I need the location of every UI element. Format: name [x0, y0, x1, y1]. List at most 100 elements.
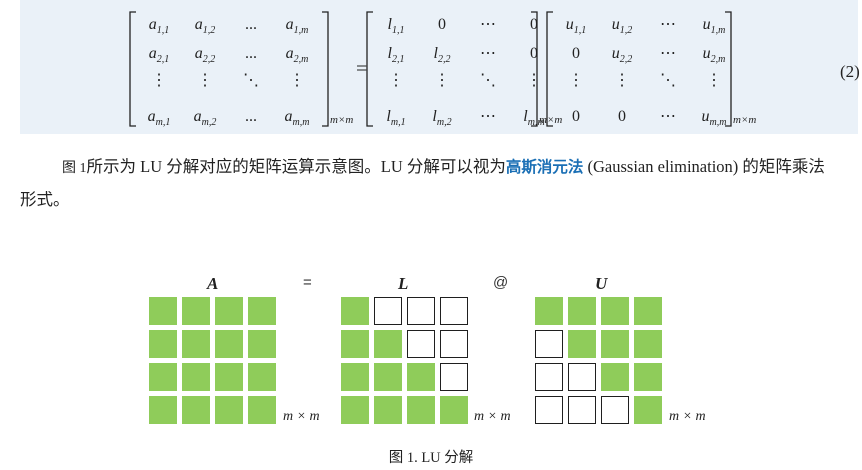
matrix-entry: lm,2	[432, 108, 452, 128]
label-u: U	[595, 274, 608, 293]
empty-cell	[535, 330, 563, 358]
filled-cell	[182, 396, 210, 424]
filled-cell	[634, 363, 662, 391]
filled-cell	[407, 363, 435, 391]
equation-block: a1,1 a1,2... a1,m a2,1 a2,2... a2,m ⋮ ⋮ ⋱ ⋮ am,1 am…	[20, 0, 860, 134]
filled-cell	[215, 363, 243, 391]
filled-cell	[374, 330, 402, 358]
filled-cell	[341, 363, 369, 391]
empty-cell	[440, 297, 468, 325]
filled-cell	[248, 363, 276, 391]
filled-cell	[601, 297, 629, 325]
paragraph-text-1: 所示为 LU 分解对应的矩阵运算示意图。LU 分解可以视为	[86, 157, 506, 176]
filled-cell	[182, 297, 210, 325]
equation-number: (2)	[840, 62, 860, 81]
matrix-entry: ⋮	[197, 72, 213, 89]
empty-cell	[535, 363, 563, 391]
matrix-entry: ⋮	[614, 72, 630, 89]
matrix-entry: ...	[245, 45, 257, 62]
filled-cell	[634, 396, 662, 424]
empty-cell	[601, 396, 629, 424]
matrix-entry: lm,1	[386, 108, 406, 128]
matrix-entry: u2,2	[611, 45, 633, 65]
matrix-entry: u1,1	[565, 16, 587, 36]
matrix-entry: a2,m	[285, 45, 309, 65]
matrix-entry: ⋮	[434, 72, 450, 89]
filled-cell	[341, 297, 369, 325]
matrix-entry: 0	[438, 16, 446, 33]
filled-cell	[568, 297, 596, 325]
matrix-entry: l1,1	[387, 16, 405, 36]
body-paragraph: 图 1所示为 LU 分解对应的矩阵运算示意图。LU 分解可以视为高斯消元法 (G…	[20, 151, 840, 215]
matrix-entry: 0	[618, 108, 626, 125]
empty-cell	[440, 330, 468, 358]
matrix-entry: u1,m	[702, 16, 726, 36]
matrix-entry: am,m	[284, 108, 310, 128]
matrix-entry: ⋮	[388, 72, 404, 89]
filled-cell	[535, 297, 563, 325]
figure-reference: 图 1	[62, 161, 87, 176]
matrix-entry: a2,2	[194, 45, 216, 65]
matrix-entry: ⋱	[660, 72, 676, 89]
filled-cell	[149, 363, 177, 391]
empty-cell	[568, 396, 596, 424]
matrix-entry: a1,m	[285, 16, 309, 36]
filled-cell	[634, 297, 662, 325]
figure-caption: 图 1. LU 分解	[388, 450, 474, 466]
filled-cell	[182, 330, 210, 358]
filled-cell	[215, 297, 243, 325]
filled-cell	[248, 396, 276, 424]
matrix-entry: l2,2	[433, 45, 451, 65]
matrix-a: a1,1 a1,2... a1,m a2,1 a2,2... a2,m ⋮ ⋮ ⋱ ⋮ am,1 am…	[128, 10, 353, 128]
matrix-entry: ⋱	[243, 72, 259, 89]
filled-cell	[248, 330, 276, 358]
filled-cell	[374, 396, 402, 424]
matrix-entry: ⋮	[568, 72, 584, 89]
label-a: A	[207, 274, 219, 293]
filled-cell	[407, 396, 435, 424]
filled-cell	[601, 330, 629, 358]
matrix-entry: ⋯	[660, 45, 676, 62]
empty-cell	[407, 297, 435, 325]
filled-cell	[215, 330, 243, 358]
filled-cell	[149, 297, 177, 325]
matrix-entry: l2,1	[387, 45, 405, 65]
label-l: L	[398, 274, 409, 293]
matrix-entry: ⋮	[151, 72, 167, 89]
matrix-entry: ⋮	[289, 72, 305, 89]
filled-cell	[374, 363, 402, 391]
matrix-entry: 0	[572, 108, 580, 125]
matrix-entry: a1,1	[148, 16, 170, 36]
matrix-entry: a2,1	[148, 45, 170, 65]
matrix-entry: am,1	[147, 108, 171, 128]
empty-cell	[407, 330, 435, 358]
matrix-entry: ⋱	[480, 72, 496, 89]
matrix-entry: u1,2	[611, 16, 633, 36]
matrix-entry: um,m	[701, 108, 727, 128]
matrix-entry: ⋯	[480, 16, 496, 33]
filled-cell	[215, 396, 243, 424]
matrix-size-subscript: m×m	[733, 114, 757, 126]
dim-label-l: m × m	[474, 409, 511, 424]
matrix-entry: ⋯	[480, 108, 496, 125]
dim-label-a: m × m	[283, 409, 320, 424]
matmul-operator: @	[493, 274, 509, 291]
empty-cell	[535, 396, 563, 424]
matrix-entry: ⋯	[660, 108, 676, 125]
dim-label-u: m × m	[669, 409, 706, 424]
filled-cell	[601, 363, 629, 391]
empty-cell	[440, 363, 468, 391]
filled-cell	[149, 330, 177, 358]
matrix-entry: ⋯	[480, 45, 496, 62]
matrix-entry: ⋯	[660, 16, 676, 33]
matrix-entry: 0	[572, 45, 580, 62]
filled-cell	[341, 396, 369, 424]
filled-cell	[634, 330, 662, 358]
gaussian-elimination-highlight: 高斯消元法	[505, 158, 584, 176]
matrix-entry: ...	[245, 16, 257, 33]
empty-cell	[374, 297, 402, 325]
matrix-entry: ⋮	[706, 72, 722, 89]
matrix-size-subscript: m×m	[330, 114, 354, 126]
filled-cell	[248, 297, 276, 325]
filled-cell	[149, 396, 177, 424]
